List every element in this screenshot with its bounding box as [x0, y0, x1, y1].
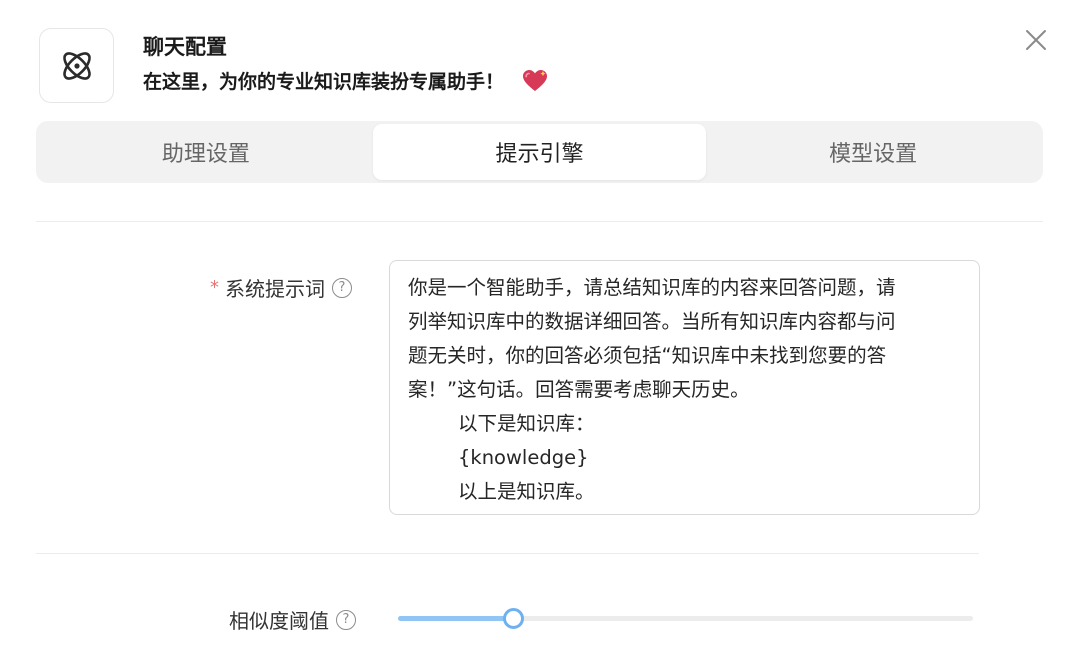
close-button[interactable]	[1022, 26, 1050, 54]
tab-model-settings[interactable]: 模型设置	[706, 124, 1040, 180]
system-prompt-label-text: 系统提示词	[225, 277, 325, 301]
prompt-line: {knowledge}	[458, 446, 589, 469]
system-prompt-label: * 系统提示词 ?	[210, 273, 352, 302]
prompt-line: 你是一个智能助手，请总结知识库的内容来回答问题，请	[408, 276, 896, 299]
divider	[36, 553, 979, 554]
atom-icon	[62, 51, 91, 80]
tab-prompt-engine[interactable]: 提示引擎	[372, 124, 707, 180]
divider	[36, 221, 1043, 222]
settings-tabs: 助理设置 提示引擎 模型设置	[36, 121, 1043, 183]
prompt-line: 题无关时，你的回答必须包括“知识库中未找到您要的答	[408, 344, 887, 367]
question-circle-icon[interactable]: ?	[332, 277, 352, 298]
required-mark: *	[210, 277, 219, 298]
prompt-line: 以下是知识库：	[458, 412, 595, 435]
dialog-title: 聊天配置	[143, 35, 227, 59]
prompt-line: 列举知识库中的数据详细回答。当所有知识库内容都与问	[408, 310, 896, 333]
slider-track	[398, 616, 513, 621]
close-icon	[1026, 30, 1046, 50]
question-circle-icon[interactable]: ?	[336, 609, 356, 630]
dialog-subtitle-text: 在这里，为你的专业知识库装扮专属助手！	[143, 71, 505, 93]
similarity-threshold-label-text: 相似度阈值	[229, 609, 329, 633]
slider-handle[interactable]	[503, 608, 524, 629]
similarity-threshold-slider[interactable]	[398, 608, 973, 629]
app-logo	[39, 28, 114, 103]
prompt-line: 以上是知识库。	[458, 480, 595, 503]
dialog-subtitle: 在这里，为你的专业知识库装扮专属助手！	[143, 67, 548, 94]
similarity-threshold-label: 相似度阈值 ?	[229, 605, 356, 634]
tab-assistant-settings[interactable]: 助理设置	[39, 124, 373, 180]
system-prompt-textarea[interactable]: 你是一个智能助手，请总结知识库的内容来回答问题，请 列举知识库中的数据详细回答。…	[389, 260, 980, 515]
prompt-line: 案！”这句话。回答需要考虑聊天历史。	[408, 378, 750, 401]
sparkling-heart-icon	[522, 69, 548, 93]
